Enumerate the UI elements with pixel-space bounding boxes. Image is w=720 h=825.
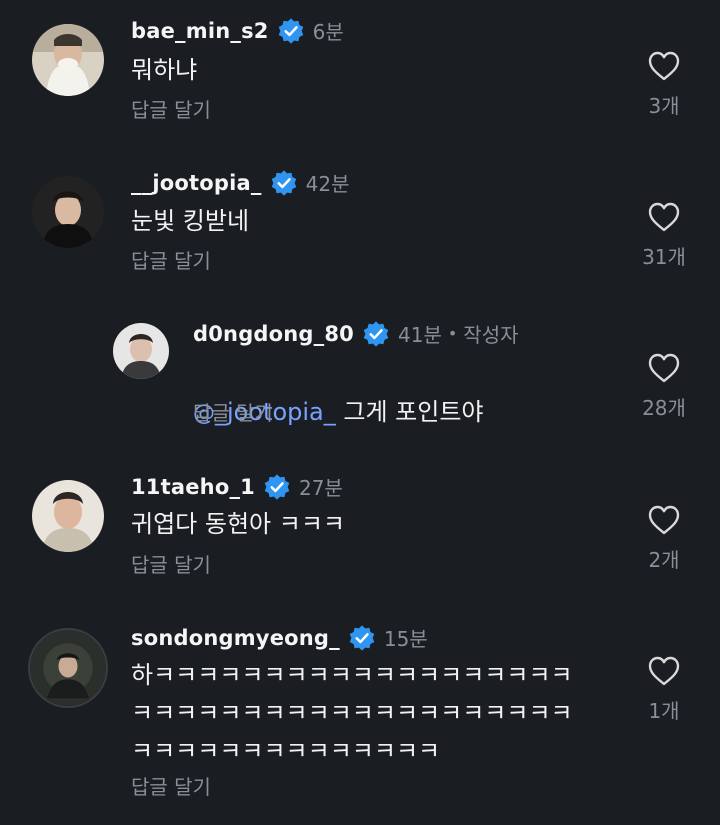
verified-badge-icon (362, 320, 390, 348)
comment-time: 6분 (312, 20, 344, 44)
reply-button[interactable]: 답글 달기 (131, 771, 211, 800)
verified-badge-icon (348, 624, 376, 652)
avatar[interactable] (32, 480, 104, 552)
username[interactable]: d0ngdong_80 (193, 322, 354, 346)
avatar[interactable] (32, 176, 104, 248)
like-count[interactable]: 1개 (648, 695, 679, 724)
comment-time: 15분 (383, 627, 428, 651)
like-count[interactable]: 3개 (648, 90, 679, 119)
heart-icon[interactable] (647, 655, 681, 687)
comment-time: 42분 (305, 172, 350, 196)
username[interactable]: __jootopia_ (131, 171, 262, 195)
comment-text: 하ㅋㅋㅋㅋㅋㅋㅋㅋㅋㅋㅋㅋㅋㅋㅋㅋㅋㅋㅋ ㅋㅋㅋㅋㅋㅋㅋㅋㅋㅋㅋㅋㅋㅋㅋㅋㅋㅋㅋ… (131, 661, 573, 765)
verified-badge-icon (270, 169, 298, 197)
reply-button[interactable]: 답글 달기 (131, 245, 211, 274)
heart-icon[interactable] (647, 504, 681, 536)
avatar[interactable] (32, 24, 104, 96)
avatar[interactable] (28, 628, 108, 708)
author-tag: 작성자 (463, 323, 519, 347)
like-count[interactable]: 31개 (642, 241, 686, 270)
username[interactable]: sondongmyeong_ (131, 626, 340, 650)
like-count[interactable]: 28개 (642, 392, 686, 421)
comment-text: 뭐하냐 (131, 56, 198, 84)
comment-time: 27분 (298, 476, 343, 500)
heart-icon[interactable] (647, 201, 681, 233)
verified-badge-icon (263, 473, 291, 501)
comment-text-body: 그게 포인트야 (335, 398, 484, 426)
username[interactable]: 11taeho_1 (131, 475, 255, 499)
verified-badge-icon (277, 17, 305, 45)
like-count[interactable]: 2개 (648, 544, 679, 573)
avatar[interactable] (113, 323, 169, 379)
reply-button[interactable]: 답글 달기 (131, 94, 211, 123)
comment-text: 귀엽다 동현아 ㅋㅋㅋ (131, 510, 345, 538)
heart-icon[interactable] (647, 50, 681, 82)
separator-dot: • (447, 324, 458, 343)
heart-icon[interactable] (647, 352, 681, 384)
reply-button[interactable]: 답글 달기 (131, 549, 211, 578)
username[interactable]: bae_min_s2 (131, 19, 269, 43)
comment-text: 눈빛 킹받네 (131, 207, 250, 235)
reply-button[interactable]: 답글 달기 (193, 397, 273, 426)
comment-time: 41분 (398, 323, 442, 347)
